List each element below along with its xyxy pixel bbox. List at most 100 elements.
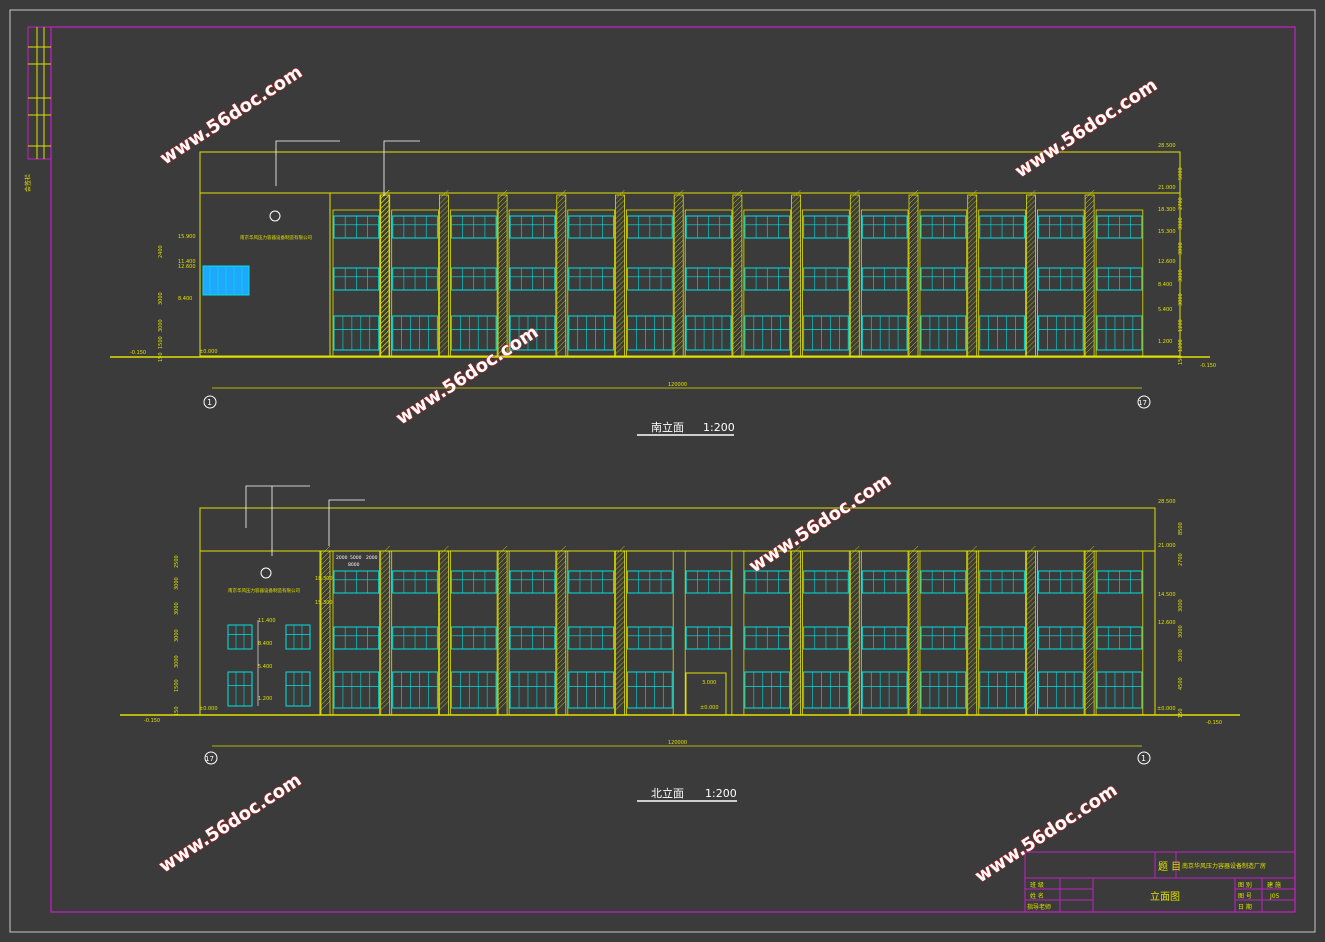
tb-drawing-name: 立面图 [1150,890,1180,903]
north-pilaster-hatch [320,700,331,711]
south-pilaster-hatch [674,224,684,235]
south-right-elev-4: 12.600 [1158,259,1176,265]
north-pilaster-hatch [1084,640,1095,651]
north-pilaster-hatch [850,675,860,686]
north-leader [245,485,310,528]
south-pilaster-hatch [497,239,508,250]
south-pilaster-hatch [732,284,743,295]
south-pilaster-hatch [908,264,919,275]
south-pilaster-hatch [1026,314,1036,325]
south-pilaster-hatch [791,259,801,270]
north-pilaster-hatch [908,625,919,636]
north-pilaster-hatch [908,655,919,666]
north-pilaster-hatch [380,640,390,651]
south-pilaster-hatch [732,339,743,350]
north-pilaster-hatch [497,565,508,576]
north-pilaster-hatch [1026,580,1036,591]
south-pilaster-hatch [439,249,449,260]
south-pilaster-hatch [791,249,801,260]
south-pilaster-hatch [439,319,449,330]
south-pilaster-hatch [850,324,860,335]
north-pilaster-hatch [1084,595,1095,606]
north-window-lower [979,671,1025,709]
south-pilaster-hatch [380,209,390,220]
south-pilaster-hatch [556,239,566,250]
south-pilaster-hatch [1084,319,1095,330]
south-pilaster-hatch [732,274,743,285]
north-pilaster-hatch [908,555,919,566]
north-pilaster-hatch [908,690,919,701]
north-pilaster-hatch [850,645,860,656]
north-pilaster-hatch [908,700,919,711]
south-pilaster-hatch [908,299,919,310]
north-pilaster-hatch [615,565,625,576]
north-pilaster-hatch [850,635,860,646]
north-pilaster-hatch [497,580,508,591]
watermark-2: www.56doc.com [1011,75,1161,183]
south-pilaster-hatch [908,289,919,300]
tb-r1b: 建 施 [1267,881,1281,889]
north-stair-window [227,671,253,707]
north-pilaster-hatch [497,680,508,691]
south-pilaster-hatch [497,324,508,335]
north-pilaster-hatch [439,590,449,601]
north-pilaster-hatch [320,620,331,631]
south-pilaster-hatch [1026,309,1036,320]
north-pilaster-hatch [967,610,977,621]
south-window-lower [392,315,438,351]
south-pilaster-hatch [908,284,919,295]
north-left-dim-1: 3000 [174,577,180,590]
north-pilaster-hatch [791,635,801,646]
south-pilaster-hatch [1026,269,1036,280]
tb-row2: 姓 名 [1030,892,1044,900]
south-pilaster-hatch [908,249,919,260]
south-pilaster-hatch [1026,274,1036,285]
south-pilaster-hatch [1026,259,1036,270]
south-pilaster-hatch [850,319,860,330]
south-pilaster-hatch [497,234,508,245]
south-pilaster-hatch [615,284,625,295]
north-pilaster-hatch [497,670,508,681]
north-pilaster-hatch [908,660,919,671]
south-leader [275,140,340,186]
south-title: 南立面 [651,420,684,434]
south-pilaster-hatch [791,204,801,215]
north-pilaster-hatch [320,590,331,601]
north-pilaster-hatch [497,685,508,696]
south-pilaster-hatch [497,224,508,235]
north-pilaster-hatch [615,560,625,571]
south-pilaster-hatch [908,309,919,320]
south-window-lower [744,315,791,351]
south-pilaster-hatch [556,339,566,350]
north-window-lower [568,671,614,709]
north-window-lower [1096,671,1143,709]
south-pilaster-hatch [908,204,919,215]
south-right-elev-2: 18.300 [1158,207,1176,213]
south-pilaster-hatch [850,344,860,355]
south-pilaster-hatch [379,224,390,235]
north-left-elev-0: 18.300 [315,576,333,582]
south-pilaster-hatch [379,314,390,325]
north-mid-elev-3: 1.200 [258,696,272,702]
north-pilaster-hatch [967,570,977,581]
south-pilaster-hatch [1084,214,1095,225]
south-left-dim-3: 1500 [158,336,164,349]
north-pilaster-hatch [380,695,390,706]
south-pilaster-hatch [674,189,684,200]
north-pilaster-hatch [439,605,449,616]
south-pilaster-hatch [380,234,390,245]
south-pilaster-hatch [674,259,684,270]
south-pilaster-hatch [908,319,919,330]
south-pilaster-hatch [1084,244,1095,255]
south-pilaster-hatch [908,254,919,265]
north-pilaster-hatch [1084,600,1095,611]
north-pilaster-hatch [1084,580,1095,591]
north-pilaster-hatch [497,655,508,666]
north-sign: 南京华风压力容器设备制造有限公司 [228,587,300,594]
north-pilaster-hatch [850,570,860,581]
south-pilaster-hatch [497,214,508,225]
south-pilaster-hatch [615,324,625,335]
south-pilaster-hatch [791,294,801,305]
north-door-top: 3.000 [702,680,716,686]
south-right-elev-7: 1.200 [1158,339,1172,345]
